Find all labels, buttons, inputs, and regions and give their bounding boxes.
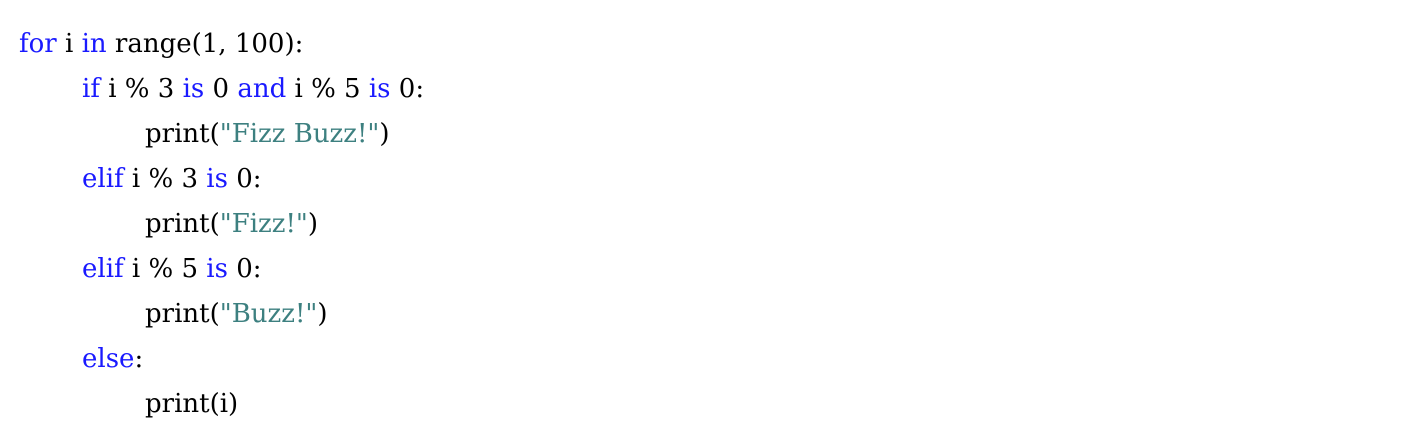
code-text: 0: xyxy=(227,254,262,284)
code-text: i xyxy=(56,29,82,59)
code-keyword: is xyxy=(368,74,391,104)
code-text: : xyxy=(134,344,144,374)
code-text: print(i) xyxy=(145,389,239,419)
code-keyword: else xyxy=(82,344,135,374)
code-keyword: elif xyxy=(82,254,124,284)
code-text: 0: xyxy=(227,164,262,194)
code-line: elif i % 5 is 0: xyxy=(19,247,424,292)
code-text: 0: xyxy=(390,74,425,104)
code-text: i % 5 xyxy=(123,254,207,284)
code-text: ) xyxy=(307,209,319,239)
code-keyword: is xyxy=(206,164,228,194)
code-text: ) xyxy=(317,299,328,329)
code-block: for i in range(1, 100): if i % 3 is 0 and… xyxy=(19,22,424,427)
code-keyword: if xyxy=(82,74,100,104)
code-text: range(1, 100): xyxy=(106,29,304,59)
code-text: i % 3 xyxy=(123,164,207,194)
code-line: print("Fizz!") xyxy=(19,202,424,247)
code-line: elif i % 3 is 0: xyxy=(19,157,424,202)
code-string: "Fizz Buzz!" xyxy=(219,119,380,149)
code-string: "Buzz!" xyxy=(219,299,318,329)
code-line: print("Buzz!") xyxy=(19,292,424,337)
code-line: if i % 3 is 0 and i % 5 is 0: xyxy=(19,67,424,112)
code-keyword: is xyxy=(206,254,228,284)
code-text: print( xyxy=(145,299,220,329)
code-text: print( xyxy=(145,209,220,239)
code-line: print(i) xyxy=(19,382,424,427)
code-text: ) xyxy=(379,119,390,149)
code-string: "Fizz!" xyxy=(219,209,308,239)
code-line: for i in range(1, 100): xyxy=(19,22,424,67)
code-text: i % 5 xyxy=(286,74,369,104)
code-keyword: elif xyxy=(82,164,124,194)
code-line: print("Fizz Buzz!") xyxy=(19,112,424,157)
code-text: 0 xyxy=(204,74,238,104)
code-text: print( xyxy=(145,119,220,149)
code-line: else: xyxy=(19,337,424,382)
code-keyword: and xyxy=(237,74,287,104)
code-text: i % 3 xyxy=(99,74,183,104)
code-keyword: is xyxy=(182,74,205,104)
code-keyword: for xyxy=(19,29,57,59)
code-keyword: in xyxy=(81,29,107,59)
